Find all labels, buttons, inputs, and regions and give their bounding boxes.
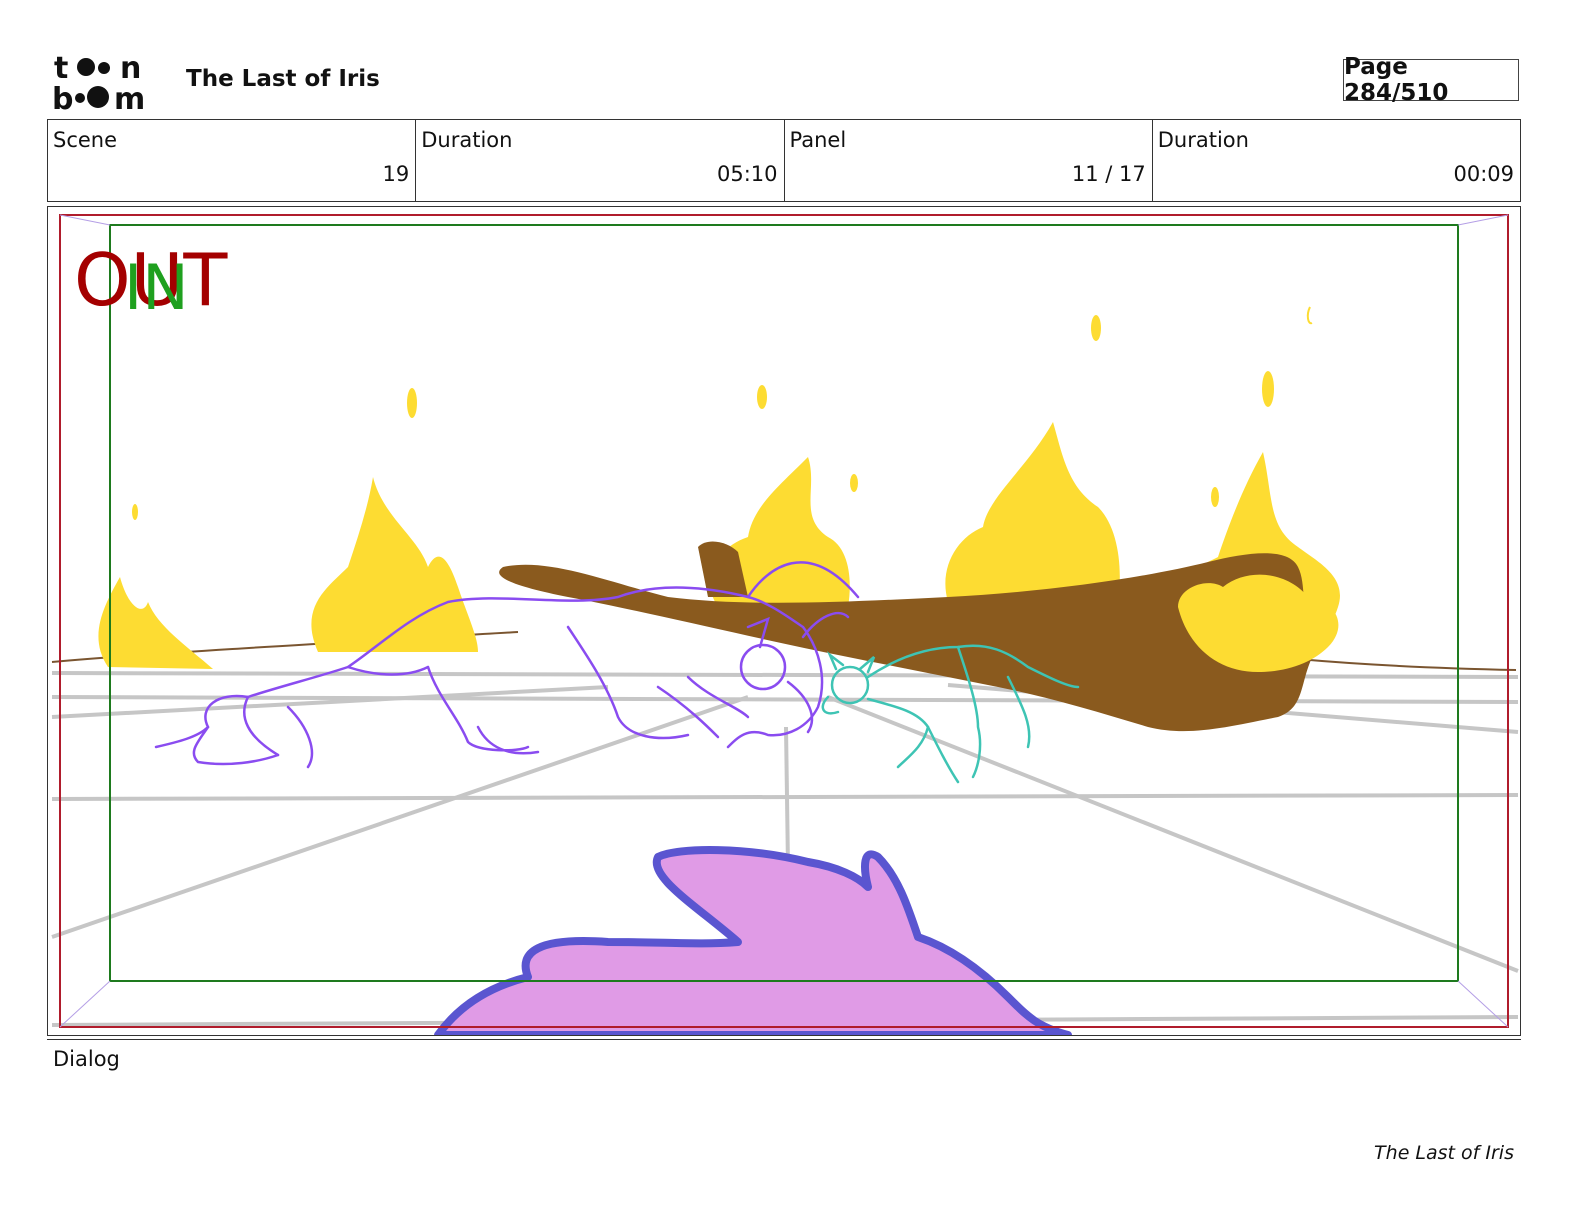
svg-text:b: b: [52, 82, 73, 112]
in-mark: IN: [124, 251, 189, 324]
panel-cell: Panel 11 / 17: [785, 120, 1153, 201]
footer-title: The Last of Iris: [1374, 1142, 1514, 1164]
scene-duration-value: 05:10: [716, 162, 778, 186]
scene-duration-label: Duration: [421, 128, 513, 152]
panel-drawing: OUT IN: [51, 214, 1519, 1035]
svg-text:t: t: [54, 51, 68, 86]
scene-value: 19: [382, 162, 410, 186]
toonboom-logo: t n b m: [52, 50, 164, 112]
dialog-separator: [47, 1039, 1521, 1040]
panel-info-table: Scene 19 Duration 05:10 Panel 11 / 17 Du…: [47, 119, 1521, 202]
foreground-mane: [434, 846, 1072, 1035]
dialog-label: Dialog: [53, 1047, 120, 1071]
panel-duration-cell: Duration 00:09: [1153, 120, 1520, 201]
panel-duration-label: Duration: [1157, 128, 1249, 152]
panel-label: Panel: [789, 128, 847, 152]
scene-duration-cell: Duration 05:10: [416, 120, 785, 201]
scene-cell: Scene 19: [48, 120, 417, 201]
scene-label: Scene: [53, 128, 118, 152]
svg-text:m: m: [114, 82, 145, 112]
panel-value: 11 / 17: [1071, 162, 1146, 186]
page-indicator: Page 284/510: [1343, 54, 1519, 106]
svg-text:n: n: [120, 51, 141, 86]
project-title: The Last of Iris: [186, 66, 380, 92]
toonboom-logo-mark: t n b m: [52, 51, 145, 112]
panel-duration-value: 00:09: [1453, 162, 1514, 186]
storyboard-panel: OUT IN: [47, 206, 1521, 1036]
